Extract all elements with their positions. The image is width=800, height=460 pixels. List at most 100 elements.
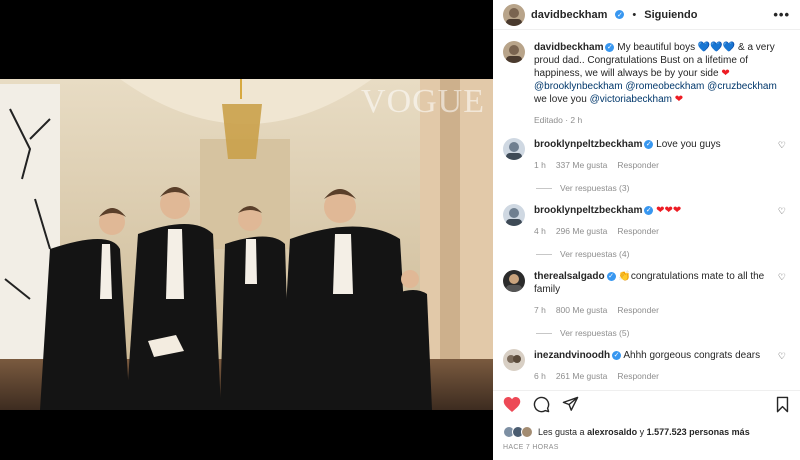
comment-likes[interactable]: 337 Me gusta <box>556 159 608 172</box>
caption-username[interactable]: davidbeckham <box>534 42 603 53</box>
reply-button[interactable]: Responder <box>617 304 659 317</box>
comment-username[interactable]: therealsalgado <box>534 271 605 282</box>
post-timestamp: HACE 7 HORAS <box>503 444 559 451</box>
comment-meta: 7 h 800 Me gusta Responder <box>534 304 772 317</box>
caption: davidbeckham ✓ My beautiful boys 💙💙💙 & a … <box>503 41 790 127</box>
verified-badge-icon: ✓ <box>612 350 622 360</box>
avatar[interactable] <box>503 138 525 160</box>
comment-username[interactable]: brooklynpeltzbeckham <box>534 205 642 216</box>
replies-line <box>536 187 552 189</box>
comment-row: inezandvinoodh ✓ Ahhh gorgeous congrats d… <box>503 349 790 383</box>
bookmark-icon[interactable] <box>775 396 790 418</box>
caption-edited-time: Editado · 2 h <box>534 115 583 125</box>
comment-like-icon[interactable]: ♡ <box>778 140 786 151</box>
comment-row: therealsalgado ✓ 👏congratulations mate to… <box>503 270 790 317</box>
comment-body: brooklynpeltzbeckham ✓ ❤❤❤ 4 h 296 Me gus… <box>534 204 790 238</box>
post-photo[interactable]: VOGUE <box>0 79 493 410</box>
user-avatar-icon <box>506 142 522 160</box>
comment-icon[interactable] <box>533 396 550 418</box>
avatar[interactable] <box>503 270 525 292</box>
avatar[interactable] <box>503 349 525 371</box>
replies-line <box>536 332 552 334</box>
mention-link[interactable]: @romeobeckham <box>625 81 704 92</box>
comment: brooklynpeltzbeckham ✓ ❤❤❤ 4 h 296 Me gus… <box>503 204 790 259</box>
user-avatar-icon <box>506 208 522 226</box>
photo-watermark: VOGUE <box>361 83 485 120</box>
avatar[interactable] <box>503 3 525 26</box>
verified-badge-icon: ✓ <box>606 271 616 281</box>
comment: brooklynpeltzbeckham ✓ Love you guys 1 h … <box>503 138 790 193</box>
caption-body: davidbeckham ✓ My beautiful boys 💙💙💙 & a … <box>534 41 790 127</box>
comment-meta: 1 h 337 Me gusta Responder <box>534 159 772 172</box>
red-heart-emoji: ❤ <box>721 68 730 79</box>
reply-button[interactable]: Responder <box>617 159 659 172</box>
comment-like-icon[interactable]: ♡ <box>778 206 786 217</box>
avatar <box>521 426 533 438</box>
photo-illustration <box>0 79 493 410</box>
caption-text: we love you <box>534 94 587 105</box>
comment-row: brooklynpeltzbeckham ✓ Love you guys 1 h … <box>503 138 790 172</box>
liker-avatars <box>503 426 533 438</box>
replies-line <box>536 253 552 255</box>
post-viewer: VOGUE davidbeckham ✓ • Siguiendo ••• dav… <box>0 0 800 460</box>
comment-text: Love you guys <box>656 139 721 150</box>
user-avatar-icon <box>506 7 522 26</box>
likes-user[interactable]: alexrosaldo <box>587 427 637 437</box>
verified-badge-icon: ✓ <box>644 139 654 149</box>
comment: inezandvinoodh ✓ Ahhh gorgeous congrats d… <box>503 349 790 383</box>
comment-likes[interactable]: 261 Me gusta <box>556 370 608 383</box>
comment-time: 4 h <box>534 226 546 236</box>
comment-meta: 6 h 261 Me gusta Responder <box>534 370 772 383</box>
comment-meta: 4 h 296 Me gusta Responder <box>534 225 772 238</box>
reply-button[interactable]: Responder <box>617 370 659 383</box>
comment-body: inezandvinoodh ✓ Ahhh gorgeous congrats d… <box>534 349 790 383</box>
comment: therealsalgado ✓ 👏congratulations mate to… <box>503 270 790 338</box>
comment-username[interactable]: brooklynpeltzbeckham <box>534 139 642 150</box>
verified-badge-icon: ✓ <box>605 42 615 52</box>
mention-link[interactable]: @cruzbeckham <box>707 81 777 92</box>
caption-meta: Editado · 2 h <box>534 114 790 127</box>
comment-like-icon[interactable]: ♡ <box>778 272 786 283</box>
reply-button[interactable]: Responder <box>617 225 659 238</box>
comment-username[interactable]: inezandvinoodh <box>534 350 610 361</box>
post-actions: Les gusta a alexrosaldo y 1.577.523 pers… <box>493 390 800 460</box>
view-replies[interactable]: Ver respuestas (4) <box>536 249 790 259</box>
comment-time: 7 h <box>534 305 546 315</box>
comment-row: brooklynpeltzbeckham ✓ ❤❤❤ 4 h 296 Me gus… <box>503 204 790 238</box>
post-header: davidbeckham ✓ • Siguiendo ••• <box>493 0 800 30</box>
like-heart-icon[interactable] <box>503 396 521 418</box>
comment-body: therealsalgado ✓ 👏congratulations mate to… <box>534 270 790 317</box>
share-icon[interactable] <box>562 396 579 418</box>
view-replies-label: Ver respuestas (3) <box>560 183 630 193</box>
blue-hearts-emoji: 💙💙💙 <box>697 42 736 53</box>
likes-prefix: Les gusta a <box>538 427 585 437</box>
likes-middle: y <box>639 427 645 437</box>
mention-link[interactable]: @victoriabeckham <box>590 94 672 105</box>
likes-summary: Les gusta a alexrosaldo y 1.577.523 pers… <box>503 426 790 438</box>
more-options-icon[interactable]: ••• <box>773 7 790 22</box>
following-button[interactable]: Siguiendo <box>644 9 697 21</box>
view-replies[interactable]: Ver respuestas (3) <box>536 183 790 193</box>
comment-likes[interactable]: 800 Me gusta <box>556 304 608 317</box>
user-avatar-icon <box>506 274 522 292</box>
post-side-panel: davidbeckham ✓ • Siguiendo ••• davidbeck… <box>493 0 800 460</box>
mention-link[interactable]: @brooklynbeckham <box>534 81 623 92</box>
separator-dot: • <box>632 8 637 21</box>
media-pane: VOGUE <box>0 0 493 460</box>
avatar[interactable] <box>503 41 525 63</box>
comment-like-icon[interactable]: ♡ <box>778 351 786 362</box>
view-replies[interactable]: Ver respuestas (5) <box>536 328 790 338</box>
avatar[interactable] <box>503 204 525 226</box>
likes-count[interactable]: 1.577.523 personas más <box>647 427 750 437</box>
action-icons <box>503 396 790 418</box>
comment-text: Ahhh gorgeous congrats dears <box>623 350 761 361</box>
user-avatar-icon <box>506 45 522 63</box>
header-username[interactable]: davidbeckham <box>531 9 607 21</box>
comment-body: brooklynpeltzbeckham ✓ Love you guys 1 h … <box>534 138 790 172</box>
comment-text: ❤❤❤ <box>656 205 682 216</box>
comment-likes[interactable]: 296 Me gusta <box>556 225 608 238</box>
caption-text: My beautiful boys <box>617 42 696 53</box>
comment-time: 1 h <box>534 160 546 170</box>
verified-badge-icon: ✓ <box>615 10 625 19</box>
comments-list[interactable]: davidbeckham ✓ My beautiful boys 💙💙💙 & a … <box>493 31 800 390</box>
